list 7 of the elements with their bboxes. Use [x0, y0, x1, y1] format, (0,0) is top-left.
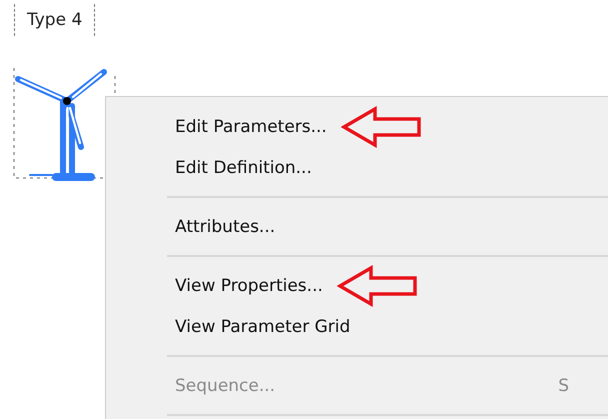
menu-item[interactable]: Edit Definition...: [106, 147, 608, 188]
menu-item[interactable]: Attributes...: [106, 206, 608, 247]
shortcut-key: S: [558, 376, 569, 396]
menu-item[interactable]: Edit Parameters...: [106, 106, 608, 147]
block-label: Type 4: [14, 4, 96, 36]
menu-item[interactable]: View Properties...: [106, 265, 608, 306]
menu-item[interactable]: View Parameter Grid: [106, 306, 608, 347]
